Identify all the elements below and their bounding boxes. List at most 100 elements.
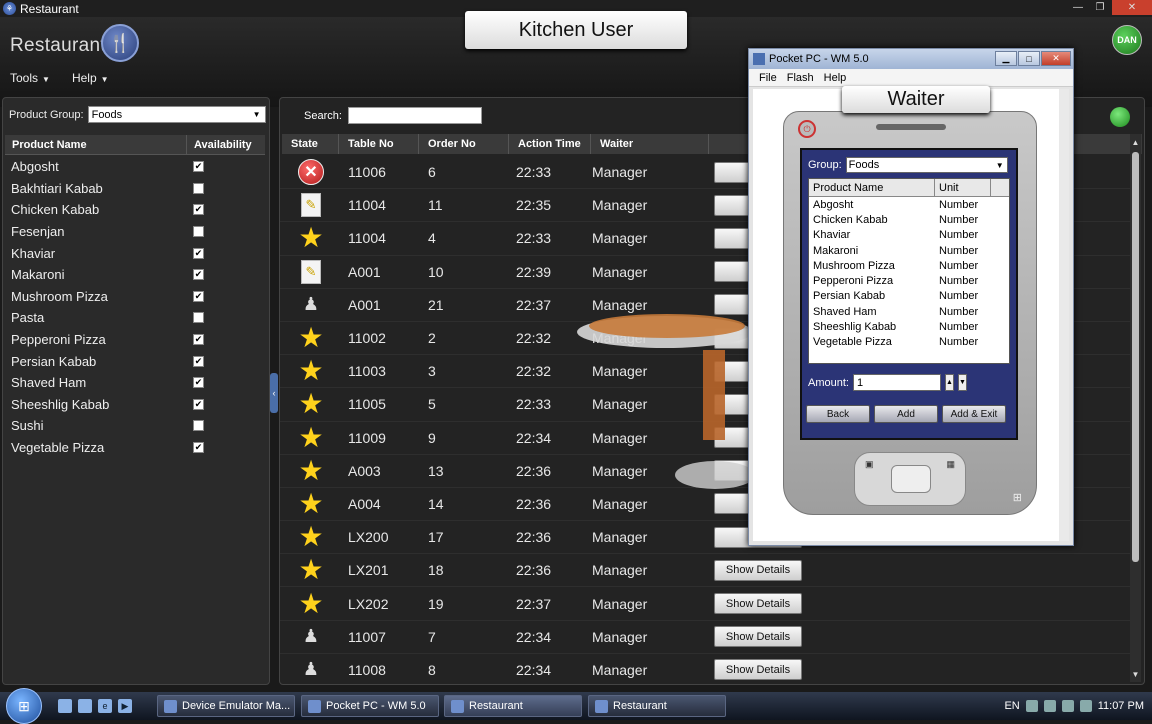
emulator-menu-flash[interactable]: Flash <box>787 72 814 84</box>
product-row[interactable]: Bakhtiari Kabab <box>5 178 265 200</box>
scrollbar-thumb[interactable] <box>1132 152 1139 562</box>
add-and-exit-button[interactable]: Add & Exit <box>942 405 1006 423</box>
availability-checkbox[interactable]: ✔ <box>193 442 204 454</box>
start-button[interactable]: ⊞ <box>6 688 42 724</box>
show-details-button[interactable]: Show Details <box>714 593 802 615</box>
order-row[interactable]: ♟ 11008 8 22:34 Manager Show Details <box>280 654 1130 684</box>
col-order-no[interactable]: Order No <box>419 134 509 154</box>
device-list-item[interactable]: Sheeshlig Kabab Number <box>809 319 1009 334</box>
availability-checkbox[interactable]: ✔ <box>193 247 204 259</box>
product-row[interactable]: Shaved Ham ✔ <box>5 372 265 394</box>
product-row[interactable]: Persian Kabab ✔ <box>5 350 265 372</box>
task-restaurant-1[interactable]: Restaurant <box>444 695 582 717</box>
availability-checkbox[interactable] <box>193 420 204 432</box>
switch-windows-icon[interactable] <box>78 699 92 713</box>
task-restaurant-2[interactable]: Restaurant <box>588 695 726 717</box>
product-row[interactable]: Vegetable Pizza ✔ <box>5 437 265 459</box>
product-row[interactable]: Fesenjan <box>5 221 265 243</box>
language-indicator[interactable]: EN <box>1004 700 1019 712</box>
product-group-select[interactable]: Foods ▼ <box>87 106 266 123</box>
availability-checkbox[interactable] <box>193 312 204 324</box>
close-button[interactable]: ✕ <box>1112 0 1152 15</box>
emulator-minimize-button[interactable]: ▁ <box>995 51 1017 66</box>
task-pocket-pc[interactable]: Pocket PC - WM 5.0 <box>301 695 439 717</box>
device-list-item[interactable]: Shaved Ham Number <box>809 304 1009 319</box>
product-row[interactable]: Makaroni ✔ <box>5 264 265 286</box>
device-list-item[interactable]: Khaviar Number <box>809 228 1009 243</box>
tray-icon-1[interactable] <box>1025 700 1038 712</box>
show-details-button[interactable]: Show Details <box>714 659 802 681</box>
availability-checkbox[interactable]: ✔ <box>193 269 204 281</box>
device-list-item[interactable]: Vegetable Pizza Number <box>809 335 1009 350</box>
availability-checkbox[interactable]: ✔ <box>193 355 204 367</box>
emulator-maximize-button[interactable]: □ <box>1018 51 1040 66</box>
media-player-icon[interactable]: ▶ <box>118 699 132 713</box>
device-dpad[interactable]: ▣ ▦ <box>854 452 966 506</box>
maximize-button[interactable]: ❐ <box>1090 0 1110 15</box>
device-amount-input[interactable]: 1 <box>852 374 941 391</box>
col-state[interactable]: State <box>282 134 339 154</box>
product-row[interactable]: Mushroom Pizza ✔ <box>5 286 265 308</box>
device-list-item[interactable]: Abgosht Number <box>809 197 1009 212</box>
device-list-item[interactable]: Persian Kabab Number <box>809 289 1009 304</box>
product-row[interactable]: Chicken Kabab ✔ <box>5 199 265 221</box>
availability-checkbox[interactable] <box>193 182 204 194</box>
availability-checkbox[interactable]: ✔ <box>193 290 204 302</box>
emulator-menu-file[interactable]: File <box>759 72 777 84</box>
task-device-emulator[interactable]: Device Emulator Ma... <box>157 695 295 717</box>
scroll-up-icon[interactable]: ▲ <box>1130 136 1141 148</box>
product-row[interactable]: Khaviar ✔ <box>5 242 265 264</box>
emulator-menu-help[interactable]: Help <box>824 72 847 84</box>
device-list-item[interactable]: Makaroni Number <box>809 243 1009 258</box>
order-row[interactable]: ★ LX201 18 22:36 Manager Show Details <box>280 554 1130 588</box>
availability-checkbox[interactable]: ✔ <box>193 377 204 389</box>
device-col-product[interactable]: Product Name <box>809 179 935 196</box>
availability-checkbox[interactable]: ✔ <box>193 204 204 216</box>
menu-help[interactable]: Help ▼ <box>72 71 109 85</box>
device-list-item[interactable]: Pepperoni Pizza Number <box>809 273 1009 288</box>
show-details-button[interactable]: Show Details <box>714 559 802 581</box>
col-product-name[interactable]: Product Name <box>5 135 187 154</box>
col-action-time[interactable]: Action Time <box>509 134 591 154</box>
softkey-left-icon[interactable]: ▣ <box>865 459 874 470</box>
dpad-center-button[interactable] <box>891 465 931 493</box>
order-row[interactable]: ♟ 11007 7 22:34 Manager Show Details <box>280 621 1130 654</box>
availability-checkbox[interactable]: ✔ <box>193 398 204 410</box>
emulator-close-button[interactable]: ✕ <box>1041 51 1071 66</box>
product-row[interactable]: Sheeshlig Kabab ✔ <box>5 394 265 416</box>
user-avatar[interactable]: DAN <box>1112 25 1142 55</box>
network-icon[interactable] <box>1061 700 1074 712</box>
search-input[interactable] <box>347 107 482 124</box>
show-desktop-icon[interactable] <box>58 699 72 713</box>
device-group-select[interactable]: Foods ▼ <box>845 157 1008 173</box>
add-button[interactable]: Add <box>874 405 938 423</box>
volume-icon[interactable] <box>1079 700 1092 712</box>
col-waiter[interactable]: Waiter <box>591 134 709 154</box>
orders-scrollbar[interactable]: ▲ ▼ <box>1130 134 1141 682</box>
scroll-down-icon[interactable]: ▼ <box>1130 668 1141 680</box>
device-list-item[interactable]: Chicken Kabab Number <box>809 212 1009 227</box>
internet-explorer-icon[interactable]: e <box>98 699 112 713</box>
clock[interactable]: 11:07 PM <box>1098 700 1144 712</box>
availability-checkbox[interactable] <box>193 226 204 238</box>
panel-splitter-handle[interactable]: ‹ <box>270 373 278 413</box>
availability-checkbox[interactable]: ✔ <box>193 334 204 346</box>
col-table-no[interactable]: Table No <box>339 134 419 154</box>
menu-tools[interactable]: Tools ▼ <box>10 71 50 85</box>
product-row[interactable]: Pasta <box>5 307 265 329</box>
power-icon[interactable]: ⏻ <box>798 120 816 138</box>
spin-down-icon[interactable]: ▼ <box>957 374 967 391</box>
device-list-item[interactable]: Mushroom Pizza Number <box>809 258 1009 273</box>
tray-icon-2[interactable] <box>1043 700 1056 712</box>
product-row[interactable]: Abgosht ✔ <box>5 156 265 178</box>
col-availability[interactable]: Availability <box>187 135 252 154</box>
spin-up-icon[interactable]: ▲ <box>944 374 954 391</box>
softkey-right-icon[interactable]: ▦ <box>946 459 955 470</box>
product-row[interactable]: Pepperoni Pizza ✔ <box>5 329 265 351</box>
availability-checkbox[interactable]: ✔ <box>193 161 204 173</box>
show-details-button[interactable]: Show Details <box>714 626 802 648</box>
order-row[interactable]: ★ LX202 19 22:37 Manager Show Details <box>280 587 1130 621</box>
device-col-unit[interactable]: Unit <box>935 179 991 196</box>
emulator-scrollbar[interactable] <box>1059 89 1069 541</box>
back-button[interactable]: Back <box>806 405 870 423</box>
